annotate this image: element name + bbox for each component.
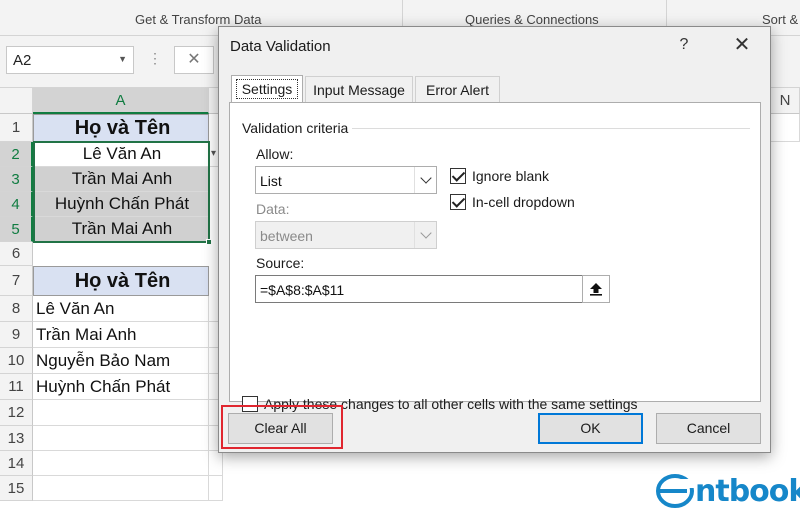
row-header-3[interactable]: 3 (0, 167, 33, 192)
allow-select[interactable]: List (255, 166, 437, 194)
empty-cell[interactable] (33, 426, 209, 451)
select-all-corner[interactable] (0, 88, 33, 114)
name-box-value: A2 (13, 52, 32, 69)
row-header-13[interactable]: 13 (0, 426, 33, 451)
data-label: Data: (256, 201, 290, 217)
table2-cell-a9[interactable]: Trần Mai Anh (33, 322, 209, 348)
row-header-6[interactable]: 6 (0, 242, 33, 266)
empty-cell[interactable] (33, 476, 209, 501)
empty-cell[interactable] (209, 476, 223, 501)
ok-button[interactable]: OK (538, 413, 643, 444)
table1-cell-a5[interactable]: Trần Mai Anh (33, 217, 209, 242)
table2-header-cell[interactable]: Họ và Tên (33, 266, 209, 296)
allow-label: Allow: (256, 146, 294, 162)
validation-criteria-label: Validation criteria (242, 120, 353, 136)
table1-cell-a4[interactable]: Huỳnh Chấn Phát (33, 192, 209, 217)
row-header-1[interactable]: 1 (0, 114, 33, 142)
tab-input-message[interactable]: Input Message (305, 76, 413, 102)
allow-select-value: List (260, 173, 282, 189)
tab-settings-label: Settings (235, 79, 299, 99)
row-header-8[interactable]: 8 (0, 296, 33, 322)
help-icon[interactable]: ? (674, 36, 694, 54)
ribbon-group-sort: Sort & (762, 12, 799, 27)
collapse-dialog-button[interactable] (582, 275, 610, 303)
row-header-5[interactable]: 5 (0, 217, 33, 242)
name-box[interactable]: A2 ▼ (6, 46, 134, 74)
empty-cell[interactable] (33, 400, 209, 426)
settings-panel: Validation criteria Allow: List Data: be… (229, 102, 761, 412)
incell-dropdown-label[interactable]: In-cell dropdown (472, 194, 575, 210)
row-header-11[interactable]: 11 (0, 374, 33, 400)
ntbook-logo: ntbook (655, 470, 800, 512)
ribbon-group-get-transform: Get & Transform Data (135, 12, 262, 27)
data-select[interactable]: between (255, 221, 437, 249)
table1-header-cell[interactable]: Họ và Tên (33, 114, 209, 142)
source-input[interactable]: =$A$8:$A$11 (255, 275, 583, 303)
ignore-blank-checkbox[interactable] (450, 168, 466, 184)
incell-dropdown-checkbox[interactable] (450, 194, 466, 210)
ntbook-logo-text: ntbook (695, 473, 800, 509)
table2-cell-a10[interactable]: Nguyễn Bảo Nam (33, 348, 209, 374)
row-header-7[interactable]: 7 (0, 266, 33, 296)
empty-cell[interactable] (209, 451, 223, 476)
cancel-formula-button[interactable]: ✕ (174, 46, 214, 74)
fill-handle[interactable] (206, 239, 212, 245)
row-header-9[interactable]: 9 (0, 322, 33, 348)
row-header-2[interactable]: 2 (0, 142, 33, 167)
data-select-value: between (260, 228, 313, 244)
chevron-down-icon[interactable]: ▼ (118, 54, 127, 64)
chevron-down-icon[interactable] (414, 222, 436, 248)
row-header-15[interactable]: 15 (0, 476, 33, 501)
data-validation-dialog: Data Validation ? ✕ Settings Input Messa… (218, 26, 771, 453)
row-header-14[interactable]: 14 (0, 451, 33, 476)
chevron-down-icon[interactable] (414, 167, 436, 193)
column-header-a[interactable]: A (33, 88, 209, 114)
ignore-blank-label[interactable]: Ignore blank (472, 168, 549, 184)
ribbon-group-queries: Queries & Connections (465, 12, 599, 27)
cancel-button[interactable]: Cancel (656, 413, 761, 444)
row-header-10[interactable]: 10 (0, 348, 33, 374)
column-header-n[interactable]: N (771, 88, 800, 114)
drag-handle-icon[interactable]: ⋮ (148, 50, 162, 67)
ntbook-logo-icon (656, 474, 695, 508)
dialog-title: Data Validation (230, 38, 331, 55)
highlight-box (221, 405, 343, 449)
table1-cell-a3[interactable]: Trần Mai Anh (33, 167, 209, 192)
table1-cell-a2[interactable]: Lê Văn An (33, 142, 209, 167)
group-divider (340, 128, 750, 129)
tab-settings[interactable]: Settings (231, 75, 303, 103)
row-header-12[interactable]: 12 (0, 400, 33, 426)
empty-cell[interactable] (33, 451, 209, 476)
tab-error-alert[interactable]: Error Alert (415, 76, 500, 102)
source-label: Source: (256, 255, 305, 271)
upload-arrow-icon (590, 283, 602, 296)
table2-cell-a8[interactable]: Lê Văn An (33, 296, 209, 322)
empty-cell[interactable] (771, 114, 800, 142)
close-icon[interactable]: ✕ (729, 33, 755, 59)
table2-cell-a11[interactable]: Huỳnh Chấn Phát (33, 374, 209, 400)
row-header-4[interactable]: 4 (0, 192, 33, 217)
